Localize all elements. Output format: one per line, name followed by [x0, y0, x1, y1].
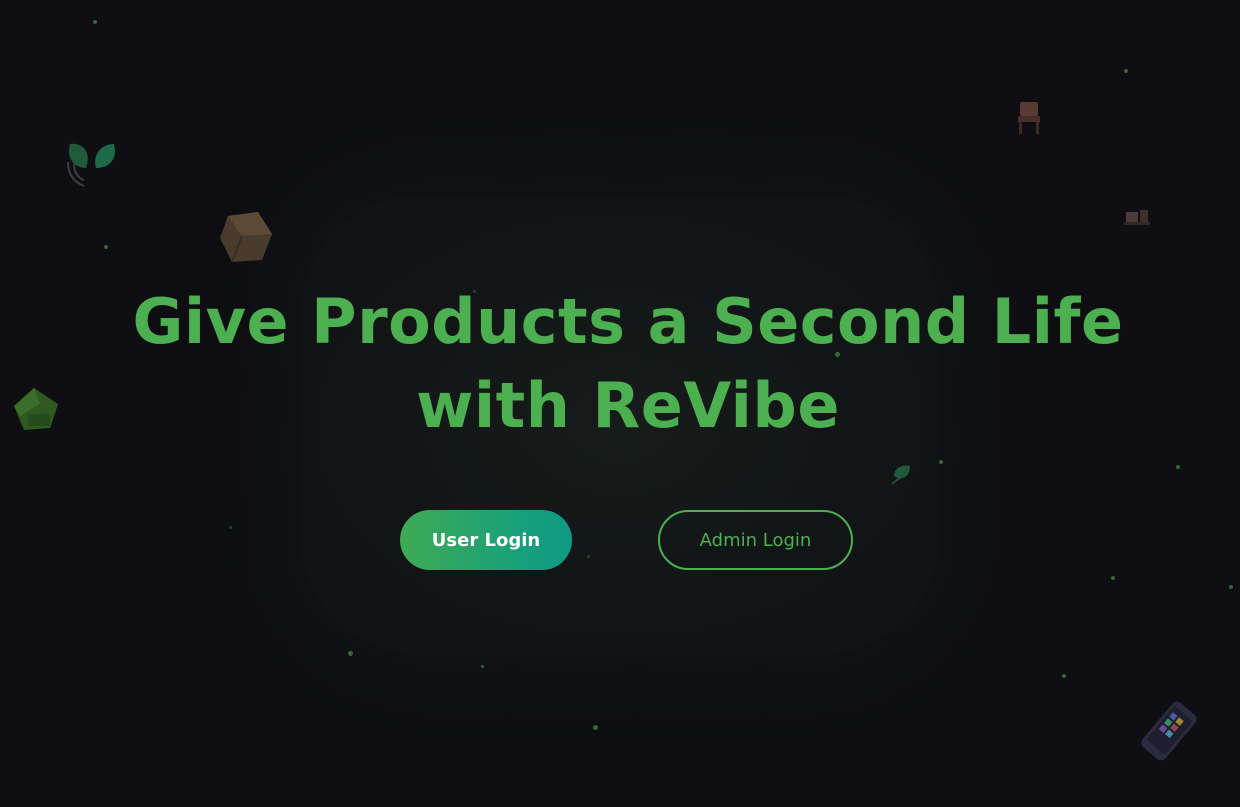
green-hat-icon — [14, 388, 58, 430]
admin-login-button[interactable]: Admin Login — [658, 510, 853, 570]
cardboard-box-icon — [220, 212, 272, 263]
particle-dot — [1229, 585, 1233, 589]
hero-title-line-2: with ReVibe — [416, 369, 840, 442]
leaf-icon — [67, 143, 116, 187]
hero-title-line-1: Give Products a Second Life — [132, 285, 1124, 358]
particle-dot — [104, 245, 108, 249]
particle-dot — [593, 725, 598, 730]
small-leaf-icon — [891, 465, 910, 485]
particle-dot — [1124, 69, 1128, 73]
landing-page: Give Products a Second Life with ReVibe … — [0, 0, 1240, 807]
particle-dot — [1062, 674, 1066, 678]
hero-title: Give Products a Second Life with ReVibe — [120, 280, 1136, 448]
user-login-button[interactable]: User Login — [400, 510, 572, 570]
particle-dot — [1111, 576, 1115, 580]
particle-dot — [229, 526, 232, 529]
smartphone-icon — [1141, 701, 1197, 761]
small-chair-icon — [1124, 210, 1150, 225]
particle-dot — [93, 20, 97, 24]
particle-dot — [481, 665, 484, 668]
chair-icon — [1018, 102, 1040, 134]
particle-dot — [587, 555, 590, 558]
particle-dot — [348, 651, 353, 656]
particle-dot — [1176, 465, 1180, 469]
particle-dot — [939, 460, 943, 464]
